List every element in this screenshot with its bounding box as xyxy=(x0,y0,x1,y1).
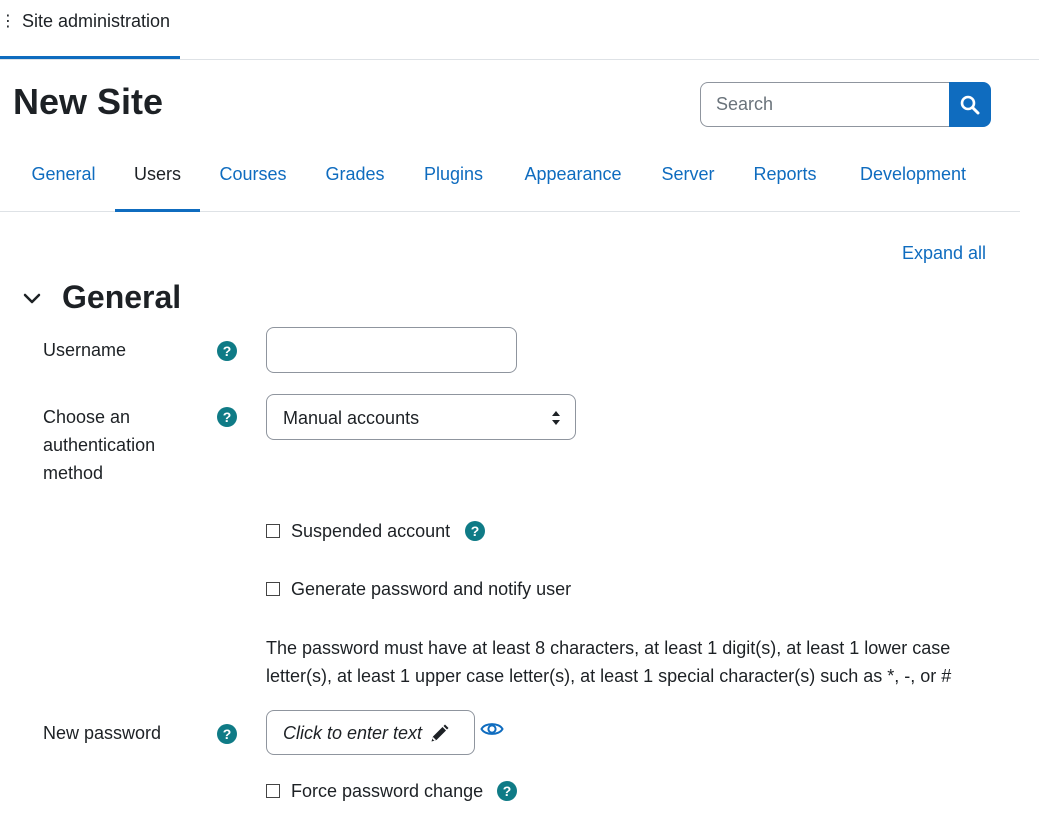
top-navigation: ⋮ Site administration xyxy=(0,0,1039,60)
eye-icon[interactable] xyxy=(480,719,504,739)
search-button[interactable] xyxy=(949,82,991,127)
suspended-help-icon[interactable]: ? xyxy=(465,521,485,541)
suspended-checkbox[interactable] xyxy=(266,524,280,538)
password-policy-text: The password must have at least 8 charac… xyxy=(266,638,952,686)
tab-grades[interactable]: Grades xyxy=(311,150,399,212)
new-password-field[interactable]: Click to enter text xyxy=(266,710,475,755)
force-password-change-checkbox[interactable] xyxy=(266,784,280,798)
tab-plugins[interactable]: Plugins xyxy=(410,150,497,212)
chevron-down-icon[interactable] xyxy=(20,286,44,310)
admin-tabs: General Users Courses Grades Plugins App… xyxy=(0,150,1020,212)
tab-server[interactable]: Server xyxy=(648,150,728,212)
search-icon xyxy=(960,95,980,114)
expand-all-link[interactable]: Expand all xyxy=(902,241,986,265)
generate-password-checkbox[interactable] xyxy=(266,582,280,596)
breadcrumb-site-administration[interactable]: Site administration xyxy=(0,0,181,59)
new-password-label: New password xyxy=(43,723,162,743)
auth-method-value: Manual accounts xyxy=(283,408,420,428)
new-password-help-icon[interactable]: ? xyxy=(217,724,237,744)
tab-general[interactable]: General xyxy=(16,150,111,212)
generate-password-row: Generate password and notify user xyxy=(266,575,571,603)
username-field[interactable] xyxy=(266,327,517,373)
username-help-icon[interactable]: ? xyxy=(217,341,237,361)
search-box xyxy=(700,82,991,127)
tab-development[interactable]: Development xyxy=(843,150,983,212)
tab-appearance[interactable]: Appearance xyxy=(508,150,638,212)
section-title: General xyxy=(62,279,182,315)
tab-courses[interactable]: Courses xyxy=(205,150,301,212)
username-label: Username xyxy=(43,340,127,360)
auth-method-help-icon[interactable]: ? xyxy=(217,407,237,427)
auth-method-select[interactable]: Manual accounts xyxy=(266,394,576,440)
tab-reports[interactable]: Reports xyxy=(739,150,831,212)
select-arrows-icon xyxy=(552,411,560,425)
pencil-icon xyxy=(431,724,449,742)
page-title: New Site xyxy=(13,81,164,122)
force-password-change-row: Force password change xyxy=(266,777,483,805)
force-password-change-label: Force password change xyxy=(291,781,484,801)
auth-method-label: Choose an authentication method xyxy=(43,407,156,483)
force-password-change-help-icon[interactable]: ? xyxy=(497,781,517,801)
search-input[interactable] xyxy=(700,82,950,127)
generate-password-label: Generate password and notify user xyxy=(291,579,572,599)
suspended-label: Suspended account xyxy=(291,521,451,541)
tab-users[interactable]: Users xyxy=(115,150,200,212)
new-password-placeholder: Click to enter text xyxy=(283,723,423,743)
suspended-row: Suspended account xyxy=(266,517,450,545)
